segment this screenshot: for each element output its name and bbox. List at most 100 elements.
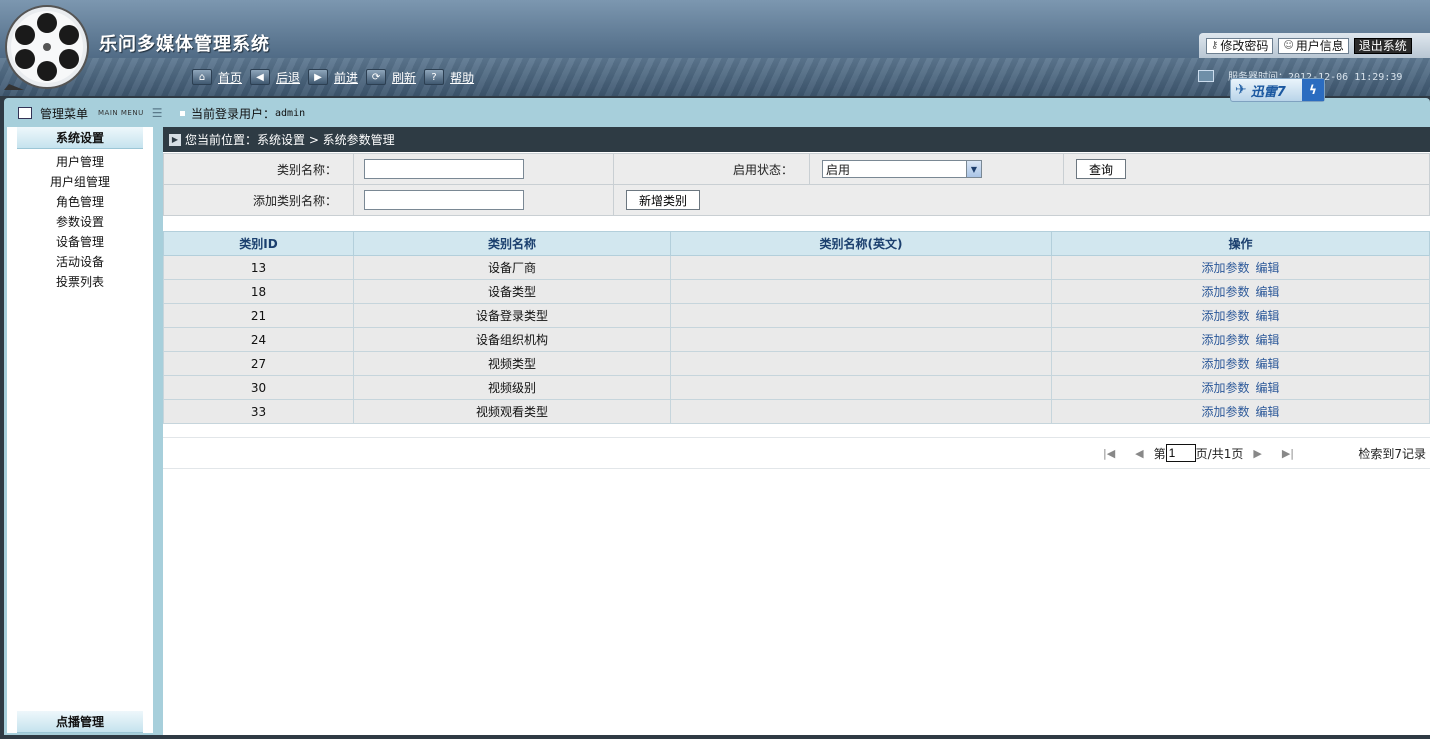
cell-actions: 添加参数 编辑 (1051, 303, 1430, 328)
nav-help[interactable]: ? 帮助 (424, 69, 474, 86)
cell-actions: 添加参数 编辑 (1051, 375, 1430, 400)
sidebar-items: 用户管理 用户组管理 角色管理 参数设置 设备管理 活动设备 投票列表 (7, 151, 153, 291)
table-row: 21 设备登录类型 添加参数 编辑 (163, 303, 1430, 328)
add-parameter-link[interactable]: 添加参数 (1201, 333, 1249, 347)
nav-home-label: 首页 (218, 70, 243, 85)
query-button[interactable]: 查询 (1076, 159, 1127, 179)
cell-name: 设备类型 (353, 279, 671, 304)
cell-name: 设备厂商 (353, 255, 671, 280)
user-info-button[interactable]: ☺ 用户信息 (1278, 37, 1349, 54)
pager-suffix: 页/共1页 (1195, 446, 1244, 461)
sidebar-item-parameter-settings[interactable]: 参数设置 (7, 211, 153, 231)
cell-name: 视频类型 (353, 351, 671, 376)
column-header-name: 类别名称 (353, 231, 671, 256)
status-select[interactable]: 启用 ▼ (822, 160, 982, 178)
add-category-name-label: 添加类别名称： (163, 184, 354, 216)
cell-name: 视频级别 (353, 375, 671, 400)
column-header-name-en: 类别名称(英文) (670, 231, 1052, 256)
category-name-input[interactable] (364, 159, 524, 179)
nav-help-label: 帮助 (450, 70, 475, 85)
table-body: 13 设备厂商 添加参数 编辑 18 设备类型 添加参数 编辑 21 设备登录类型 添加参数 编辑 24… (163, 255, 1430, 424)
sidebar-item-vote-list[interactable]: 投票列表 (7, 271, 153, 291)
add-parameter-link[interactable]: 添加参数 (1201, 261, 1249, 275)
sidebar-item-active-devices[interactable]: 活动设备 (7, 251, 153, 271)
breadcrumb-text: 您当前位置：系统设置 > 系统参数管理 (185, 133, 395, 147)
user-info-label: 用户信息 (1295, 39, 1344, 53)
sidebar-item-user-management[interactable]: 用户管理 (7, 151, 153, 171)
nav-back-label: 后退 (276, 70, 301, 85)
nav-forward-label: 前进 (334, 70, 359, 85)
app-header: 乐问多媒体管理系统 ⌂ 首页 ◀ 后退 ▶ 前进 ⟳ 刷新 ? 帮助 ⚷ 修改密… (0, 0, 1430, 96)
edit-link[interactable]: 编辑 (1256, 405, 1280, 419)
cell-name-en (670, 255, 1052, 280)
edit-link[interactable]: 编辑 (1256, 285, 1280, 299)
add-category-cell: 新增类别 (613, 184, 1430, 216)
collapse-lines-icon[interactable]: ☰ (152, 106, 163, 120)
bullet-icon (180, 110, 185, 116)
add-parameter-link[interactable]: 添加参数 (1201, 357, 1249, 371)
edit-link[interactable]: 编辑 (1256, 309, 1280, 323)
login-user-info: 当前登录用户： admin (180, 105, 305, 122)
table-row: 27 视频类型 添加参数 编辑 (163, 351, 1430, 376)
sidebar-item-role-management[interactable]: 角色管理 (7, 191, 153, 211)
sidebar: 系统设置 用户管理 用户组管理 角色管理 参数设置 设备管理 活动设备 投票列表… (7, 127, 153, 733)
column-header-id: 类别ID (163, 231, 354, 256)
xunlei-floating-badge[interactable]: ✈ 迅雷7 ϟ (1230, 78, 1325, 102)
login-label: 当前登录用户： (191, 106, 276, 121)
page-number-input[interactable] (1165, 444, 1196, 462)
cell-id: 18 (163, 279, 354, 304)
menu-icon (18, 107, 32, 119)
nav-back[interactable]: ◀ 后退 (250, 69, 300, 86)
sidebar-section-vod-management[interactable]: 点播管理 (17, 711, 143, 733)
add-category-name-cell (353, 184, 614, 216)
cell-name-en (670, 279, 1052, 304)
forward-arrow-icon: ▶ (308, 69, 329, 85)
search-form: 类别名称： 启用状态： 启用 ▼ 查询 添加类别名称： 新增类别 (163, 153, 1430, 216)
sidebar-item-user-group-management[interactable]: 用户组管理 (7, 171, 153, 191)
top-button-bar: ⚷ 修改密码 ☺ 用户信息 退出系统 (1199, 33, 1430, 58)
cell-name-en (670, 399, 1052, 424)
add-parameter-link[interactable]: 添加参数 (1201, 381, 1249, 395)
query-cell: 查询 (1063, 153, 1430, 185)
add-parameter-link[interactable]: 添加参数 (1201, 405, 1249, 419)
cell-actions: 添加参数 编辑 (1051, 327, 1430, 352)
table-row: 18 设备类型 添加参数 编辑 (163, 279, 1430, 304)
cell-actions: 添加参数 编辑 (1051, 399, 1430, 424)
logout-button[interactable]: 退出系统 (1353, 37, 1412, 54)
nav-home[interactable]: ⌂ 首页 (192, 69, 242, 86)
change-password-button[interactable]: ⚷ 修改密码 (1206, 37, 1274, 54)
cell-name-en (670, 351, 1052, 376)
cell-actions: 添加参数 编辑 (1051, 351, 1430, 376)
table-row: 30 视频级别 添加参数 编辑 (163, 375, 1430, 400)
add-parameter-link[interactable]: 添加参数 (1201, 309, 1249, 323)
nav-refresh[interactable]: ⟳ 刷新 (366, 69, 416, 86)
category-table: 类别ID 类别名称 类别名称(英文) 操作 13 设备厂商 添加参数 编辑 18 设备类型… (163, 231, 1430, 424)
add-category-button[interactable]: 新增类别 (626, 190, 701, 210)
add-parameter-link[interactable]: 添加参数 (1201, 285, 1249, 299)
bird-icon: ✈ (1235, 82, 1247, 98)
cell-id: 24 (163, 327, 354, 352)
pager-prefix: 第 (1153, 446, 1166, 461)
nav-forward[interactable]: ▶ 前进 (308, 69, 358, 86)
total-records: 检索到7记录 (1358, 446, 1426, 461)
cell-id: 30 (163, 375, 354, 400)
first-page-icon[interactable]: |◀ (1103, 447, 1115, 460)
monitor-icon (1198, 69, 1214, 82)
sidebar-section-system-settings[interactable]: 系统设置 (17, 127, 143, 149)
film-reel-logo (4, 5, 89, 90)
sidebar-item-device-management[interactable]: 设备管理 (7, 231, 153, 251)
edit-link[interactable]: 编辑 (1256, 333, 1280, 347)
next-page-icon[interactable]: ▶ (1253, 447, 1261, 460)
top-nav: ⌂ 首页 ◀ 后退 ▶ 前进 ⟳ 刷新 ? 帮助 (192, 67, 482, 87)
cell-name: 视频观看类型 (353, 399, 671, 424)
xunlei-text: 迅雷7 (1250, 84, 1286, 100)
edit-link[interactable]: 编辑 (1256, 357, 1280, 371)
sidebar-bottom: 点播管理 (7, 711, 143, 733)
add-category-name-input[interactable] (364, 190, 524, 210)
logout-label: 退出系统 (1358, 39, 1407, 53)
menu-subtitle: MAIN MENU (98, 109, 144, 117)
last-page-icon[interactable]: ▶| (1282, 447, 1294, 460)
edit-link[interactable]: 编辑 (1256, 381, 1280, 395)
prev-page-icon[interactable]: ◀ (1135, 447, 1143, 460)
edit-link[interactable]: 编辑 (1256, 261, 1280, 275)
